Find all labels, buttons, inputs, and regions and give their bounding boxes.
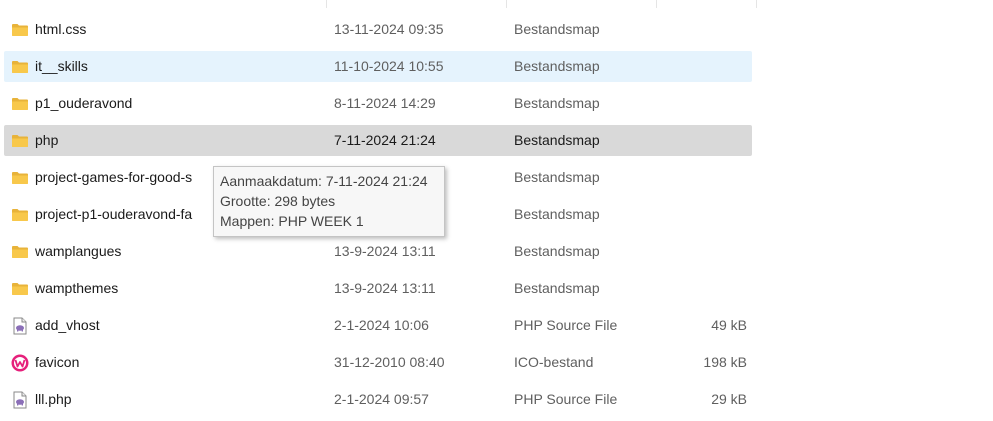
file-type: PHP Source File (514, 391, 618, 407)
file-row[interactable]: favicon 31-12-2010 08:40 ICO-bestand 198 kB (4, 347, 752, 378)
folder-icon (10, 162, 30, 193)
column-divider (506, 0, 507, 8)
file-name: p1_ouderavond (35, 95, 133, 111)
tooltip-folders: Mappen: PHP WEEK 1 (220, 213, 364, 229)
folder-icon (10, 199, 30, 230)
folder-icon (10, 51, 30, 82)
file-date: 2-1-2024 09:57 (334, 391, 429, 407)
file-size (664, 51, 747, 82)
file-row[interactable]: php 7-11-2024 21:24 Bestandsmap (4, 125, 752, 156)
file-row[interactable]: wamplangues 13-9-2024 13:11 Bestandsmap (4, 236, 752, 267)
folder-icon (10, 125, 30, 156)
file-size: 29 kB (711, 391, 747, 407)
file-date: 13-9-2024 13:11 (334, 243, 436, 259)
file-type: Bestandsmap (514, 58, 600, 74)
file-name: wamplangues (35, 243, 122, 259)
file-date: 13-11-2024 09:35 (334, 21, 444, 37)
file-date: 13-9-2024 13:11 (334, 280, 436, 296)
column-divider (326, 0, 327, 8)
column-divider (656, 0, 657, 8)
folder-icon (10, 273, 30, 304)
file-type: Bestandsmap (514, 21, 600, 37)
php-file-icon (10, 384, 30, 415)
file-name: project-games-for-good-s (35, 169, 193, 185)
column-divider (756, 0, 757, 8)
file-list: html.css 13-11-2024 09:35 Bestandsmap it__s… (0, 14, 993, 421)
file-name: php (35, 132, 59, 148)
folder-icon (10, 14, 30, 45)
file-tooltip: Aanmaakdatum: 7-11-2024 21:24 Grootte: 2… (213, 166, 445, 237)
file-row[interactable]: it__skills 11-10-2024 10:55 Bestandsmap (4, 51, 752, 82)
tooltip-size: Grootte: 298 bytes (220, 193, 336, 209)
file-type: PHP Source File (514, 317, 618, 333)
tooltip-created: Aanmaakdatum: 7-11-2024 21:24 (220, 173, 428, 189)
file-name: add_vhost (35, 317, 100, 333)
file-size (664, 88, 747, 119)
file-size: 198 kB (703, 354, 747, 370)
file-row[interactable]: lll.php 2-1-2024 09:57 PHP Source File 29 k… (4, 384, 752, 415)
folder-icon (10, 236, 30, 267)
file-name: it__skills (35, 58, 88, 74)
file-date: 8-11-2024 14:29 (334, 95, 436, 111)
file-size (664, 273, 747, 304)
file-type: Bestandsmap (514, 280, 600, 296)
php-file-icon (10, 310, 30, 341)
file-size (664, 14, 747, 45)
file-size (664, 162, 747, 193)
file-row[interactable]: add_vhost 2-1-2024 10:06 PHP Source File 49… (4, 310, 752, 341)
file-size (664, 199, 747, 230)
wamp-logo-icon (10, 347, 30, 378)
folder-icon (10, 88, 30, 119)
file-row[interactable]: p1_ouderavond 8-11-2024 14:29 Bestandsmap (4, 88, 752, 119)
file-name: wampthemes (35, 280, 119, 296)
file-type: Bestandsmap (514, 206, 600, 222)
file-date: 11-10-2024 10:55 (334, 58, 444, 74)
file-date: 31-12-2010 08:40 (334, 354, 445, 370)
file-name: html.css (35, 21, 87, 37)
file-name: lll.php (35, 391, 72, 407)
file-type: ICO-bestand (514, 354, 594, 370)
file-size (664, 236, 747, 267)
file-size: 49 kB (711, 317, 747, 333)
file-name: favicon (35, 354, 80, 370)
file-size (664, 125, 747, 156)
file-row[interactable]: wampthemes 13-9-2024 13:11 Bestandsmap (4, 273, 752, 304)
file-row[interactable]: html.css 13-11-2024 09:35 Bestandsmap (4, 14, 752, 45)
file-type: Bestandsmap (514, 132, 600, 148)
file-type: Bestandsmap (514, 169, 600, 185)
file-type: Bestandsmap (514, 243, 600, 259)
file-type: Bestandsmap (514, 95, 600, 111)
file-name: project-p1-ouderavond-fa (35, 206, 193, 222)
file-date: 2-1-2024 10:06 (334, 317, 429, 333)
file-date: 7-11-2024 21:24 (334, 132, 436, 148)
